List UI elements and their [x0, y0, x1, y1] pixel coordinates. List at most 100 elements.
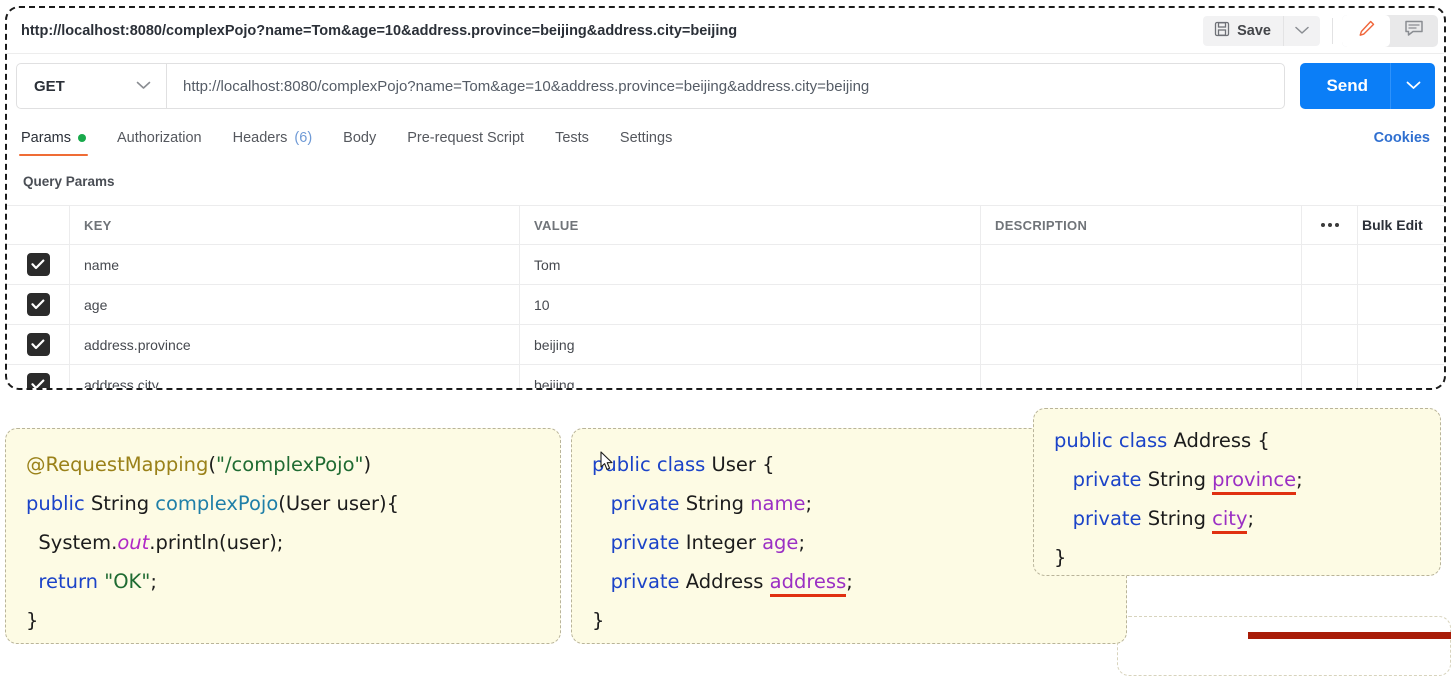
tab-body-label: Body: [343, 130, 377, 146]
code-callout-partial: [1117, 616, 1451, 676]
keyword-token: private: [610, 570, 680, 593]
ellipsis-icon: [1320, 223, 1339, 227]
row-spacer-cell: [1302, 245, 1358, 284]
pencil-icon: [1357, 19, 1376, 43]
param-value[interactable]: beijing: [534, 337, 574, 353]
row-checkbox-cell: [7, 285, 70, 324]
row-spacer-cell: [1302, 365, 1358, 388]
expr-token: .println(user);: [149, 531, 284, 554]
row-checkbox[interactable]: [26, 293, 50, 316]
table-row[interactable]: name Tom: [7, 245, 1444, 285]
param-key[interactable]: name: [84, 257, 119, 273]
http-method-label: GET: [34, 77, 65, 95]
keyword-token: public: [26, 492, 85, 515]
annotation-token: @RequestMapping: [26, 453, 209, 476]
column-header-value: VALUE: [534, 217, 579, 233]
tab-headers-count: (6): [294, 130, 313, 146]
row-spacer-cell-2: [1358, 325, 1444, 364]
tab-headers-label: Headers: [232, 130, 288, 146]
param-value[interactable]: Tom: [534, 257, 560, 273]
string-token: "OK": [104, 570, 151, 593]
field-name-token-highlighted: address: [769, 570, 847, 597]
edit-request-button[interactable]: [1342, 14, 1390, 47]
tab-authorization-label: Authorization: [116, 130, 202, 146]
query-params-heading: Query Params: [23, 174, 115, 189]
request-tabs: Params Authorization Headers (6) Body Pr…: [7, 118, 1444, 158]
comment-icon: [1404, 19, 1424, 42]
row-checkbox[interactable]: [26, 373, 50, 388]
param-value[interactable]: 10: [534, 297, 550, 313]
request-title-url: http://localhost:8080/complexPojo?name=T…: [21, 22, 738, 39]
keyword-token: public class: [1054, 429, 1168, 452]
chevron-down-icon: [1406, 77, 1421, 95]
method-url-group: GET http://localhost:8080/complexPojo?na…: [16, 63, 1286, 109]
type-token: String: [679, 492, 751, 515]
tab-params[interactable]: Params: [19, 118, 88, 158]
row-spacer-cell: [1302, 325, 1358, 364]
param-key[interactable]: address.city: [84, 377, 159, 389]
punct-token: }: [1054, 546, 1067, 569]
table-row[interactable]: address.city beijing: [7, 365, 1444, 389]
row-checkbox[interactable]: [26, 333, 50, 356]
punct-token: ;: [150, 570, 157, 593]
param-key[interactable]: address.province: [84, 337, 191, 353]
type-token: String: [1141, 507, 1213, 530]
http-method-select[interactable]: GET: [17, 64, 167, 108]
row-checkbox[interactable]: [26, 253, 50, 276]
class-name-token: User {: [705, 453, 775, 476]
send-button[interactable]: Send: [1300, 63, 1390, 109]
title-bar-actions: Save: [1203, 8, 1444, 53]
table-options-button[interactable]: [1302, 206, 1358, 244]
tab-settings[interactable]: Settings: [620, 118, 672, 158]
method-name-token: complexPojo: [155, 492, 279, 515]
column-header-key: KEY: [84, 217, 112, 233]
send-button-group: Send: [1300, 63, 1435, 109]
cookies-link[interactable]: Cookies: [1374, 130, 1430, 146]
chevron-down-icon: [1295, 22, 1309, 40]
column-header-description: DESCRIPTION: [995, 217, 1088, 233]
static-field-token: out: [117, 531, 150, 554]
string-token: "/complexPojo": [216, 453, 364, 476]
param-value[interactable]: beijing: [534, 377, 574, 389]
header-checkbox-cell: [7, 206, 70, 244]
tab-pre-request-script[interactable]: Pre-request Script: [407, 118, 524, 158]
punct-token: (: [208, 453, 217, 476]
field-name-token-highlighted: province: [1212, 468, 1297, 495]
punct-token: ;: [1247, 507, 1255, 530]
keyword-token: private: [1072, 507, 1142, 530]
tab-headers[interactable]: Headers (6): [233, 118, 313, 158]
punct-token: ;: [798, 531, 806, 554]
args-token: (User user){: [278, 492, 400, 515]
row-checkbox-cell: [7, 365, 70, 388]
send-dropdown-button[interactable]: [1390, 63, 1435, 109]
table-row[interactable]: address.province beijing: [7, 325, 1444, 365]
comments-button[interactable]: [1390, 15, 1438, 47]
title-bar: http://localhost:8080/complexPojo?name=T…: [7, 8, 1444, 54]
field-name-token: age: [762, 531, 799, 554]
field-name-token: name: [750, 492, 806, 515]
tab-params-label: Params: [21, 130, 71, 146]
floppy-disk-icon: [1214, 21, 1230, 41]
table-row[interactable]: age 10: [7, 285, 1444, 325]
expr-token: System.: [38, 531, 118, 554]
postman-request-panel: http://localhost:8080/complexPojo?name=T…: [5, 6, 1446, 390]
param-key[interactable]: age: [84, 297, 107, 313]
toolbar-divider: [1332, 17, 1333, 44]
tab-tests[interactable]: Tests: [555, 118, 589, 158]
tab-body[interactable]: Body: [343, 118, 376, 158]
request-bar: GET http://localhost:8080/complexPojo?na…: [7, 54, 1444, 118]
mouse-cursor-icon: [600, 451, 614, 471]
params-modified-dot-icon: [77, 134, 86, 142]
save-dropdown-button[interactable]: [1283, 15, 1320, 46]
punct-token: ;: [1296, 468, 1303, 491]
url-input[interactable]: http://localhost:8080/complexPojo?name=T…: [167, 78, 1284, 95]
punct-token: ;: [846, 570, 853, 593]
bulk-edit-button[interactable]: Bulk Edit: [1358, 206, 1444, 244]
code-callout-address-class: public class Address { private String pr…: [1033, 408, 1441, 576]
tab-authorization[interactable]: Authorization: [117, 118, 202, 158]
keyword-token: private: [610, 531, 680, 554]
punct-token: ;: [805, 492, 813, 515]
type-token: String: [1141, 468, 1213, 491]
tab-pre-request-script-label: Pre-request Script: [407, 130, 525, 146]
save-button[interactable]: Save: [1203, 16, 1283, 46]
